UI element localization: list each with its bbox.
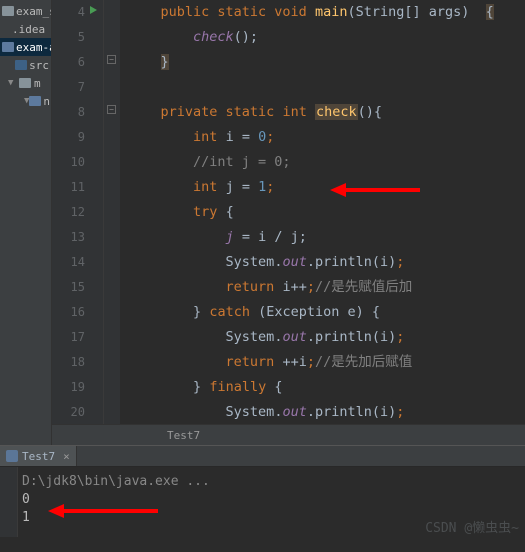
cls: System. xyxy=(226,329,283,345)
tree-root-label: exam_syst xyxy=(16,5,52,18)
br: (){ xyxy=(358,104,382,120)
tree-n-label: n xyxy=(43,95,50,108)
console-command: D:\jdk8\bin\java.exe ... xyxy=(22,473,517,491)
tab-test7[interactable]: Test7 × xyxy=(0,446,77,466)
line-num: 17 xyxy=(52,325,85,350)
code-editor[interactable]: 4 5 6 7 8 9 10 11 12 13 14 15 16 17 18 1… xyxy=(52,0,525,424)
kw: int xyxy=(282,104,306,120)
run-icon[interactable] xyxy=(90,6,97,14)
breadcrumb-bar[interactable]: Test7 xyxy=(52,424,525,445)
tree-m-label: m xyxy=(34,77,41,90)
line-num: 12 xyxy=(52,200,85,225)
fld: out xyxy=(282,329,306,345)
breadcrumb-item[interactable]: Test7 xyxy=(167,429,200,442)
expr: i++ xyxy=(282,279,306,295)
line-num: 5 xyxy=(52,25,85,50)
var: j = xyxy=(226,179,250,195)
kw: private static xyxy=(161,104,275,120)
kw: catch xyxy=(209,304,250,320)
var: i = xyxy=(226,129,250,145)
op: = i / j; xyxy=(242,229,307,245)
fld: out xyxy=(282,404,306,420)
fold-minus-icon[interactable]: − xyxy=(107,55,116,64)
kw: public static void xyxy=(161,4,307,20)
line-num: 4 xyxy=(52,0,85,25)
fn: check xyxy=(315,104,358,120)
kw: try xyxy=(193,204,217,220)
tree-src-label: src xyxy=(29,59,49,72)
line-num: 15 xyxy=(52,275,85,300)
line-num: 11 xyxy=(52,175,85,200)
comment: //int j = 0; xyxy=(193,154,291,170)
kw: return xyxy=(226,354,275,370)
call: check xyxy=(193,29,234,45)
project-tree[interactable]: exam_syst .idea exam-a src ▼m ▼n xyxy=(0,0,52,445)
line-num: 8 xyxy=(52,100,85,125)
comment: //是先赋值后加 xyxy=(315,279,412,295)
expr: ++i xyxy=(282,354,306,370)
num: 1 xyxy=(258,179,266,195)
tree-root[interactable]: exam_syst xyxy=(0,2,51,20)
run-tab-bar: Test7 × xyxy=(0,445,525,467)
arg: (Exception e) xyxy=(258,304,364,320)
line-num: 10 xyxy=(52,150,85,175)
args: (String[] args) xyxy=(347,4,469,20)
line-num: 18 xyxy=(52,350,85,375)
tab-label: Test7 xyxy=(22,450,55,463)
var: j xyxy=(226,229,234,245)
watermark: CSDN @懒虫虫~ xyxy=(425,517,519,536)
fold-column: − − xyxy=(104,0,120,424)
kw: int xyxy=(193,179,217,195)
line-num: 6 xyxy=(52,50,85,75)
fold-minus-icon[interactable]: − xyxy=(107,105,116,114)
line-num: 7 xyxy=(52,75,85,100)
kw: return xyxy=(226,279,275,295)
fld: out xyxy=(282,254,306,270)
call: .println(i) xyxy=(307,404,396,420)
tree-idea-label: .idea xyxy=(12,23,45,36)
java-icon xyxy=(6,450,18,462)
comment: //是先加后赋值 xyxy=(315,354,412,370)
console-gutter xyxy=(0,467,18,537)
line-gutter: 4 5 6 7 8 9 10 11 12 13 14 15 16 17 18 1… xyxy=(52,0,104,424)
par: (); xyxy=(234,29,258,45)
call: .println(i) xyxy=(307,329,396,345)
tree-n[interactable]: ▼n xyxy=(0,92,51,110)
num: 0 xyxy=(258,129,266,145)
console-output: 0 xyxy=(22,491,517,509)
line-num: 13 xyxy=(52,225,85,250)
cls: System. xyxy=(226,254,283,270)
tree-src[interactable]: src xyxy=(0,56,51,74)
line-num: 16 xyxy=(52,300,85,325)
line-num: 9 xyxy=(52,125,85,150)
fn: main xyxy=(315,4,348,20)
cls: System. xyxy=(226,404,283,420)
code-content[interactable]: public static void main(String[] args) {… xyxy=(120,0,525,424)
tree-proj-label: exam-a xyxy=(16,41,52,54)
tree-m[interactable]: ▼m xyxy=(0,74,51,92)
line-num: 14 xyxy=(52,250,85,275)
chevron-down-icon[interactable]: ▼ xyxy=(8,78,18,88)
line-num: 19 xyxy=(52,375,85,400)
line-num: 20 xyxy=(52,400,85,424)
close-icon[interactable]: × xyxy=(63,450,70,463)
kw: finally xyxy=(209,379,266,395)
call: .println(i) xyxy=(307,254,396,270)
tree-idea[interactable]: .idea xyxy=(0,20,51,38)
tree-proj[interactable]: exam-a xyxy=(0,38,51,56)
kw: int xyxy=(193,129,217,145)
